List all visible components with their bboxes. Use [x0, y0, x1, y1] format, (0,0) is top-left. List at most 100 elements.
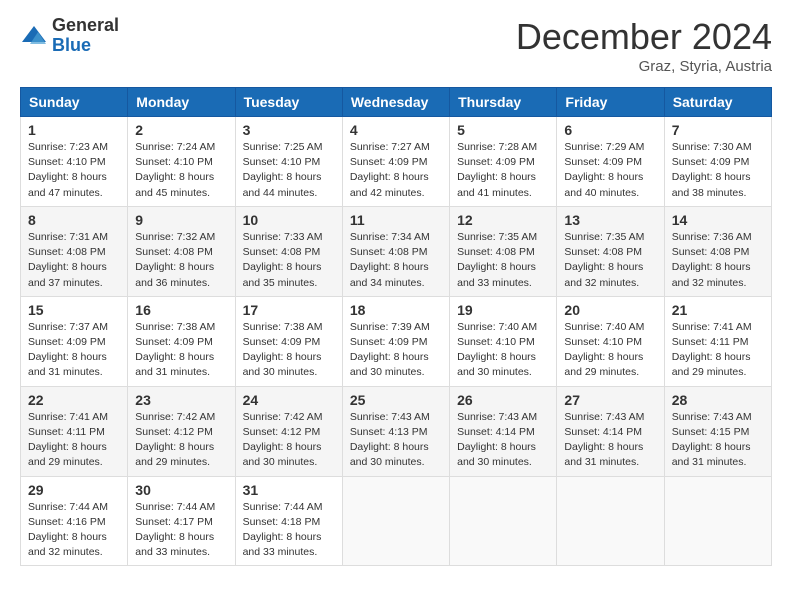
calendar-cell: 31 Sunrise: 7:44 AMSunset: 4:18 PMDayligh… — [235, 476, 342, 566]
day-info: Sunrise: 7:41 AMSunset: 4:11 PMDaylight:… — [672, 320, 764, 381]
calendar-week-row: 29Sunrise: 7:44 AMSunset: 4:16 PMDayligh… — [21, 476, 772, 566]
day-info: Sunrise: 7:34 AMSunset: 4:08 PMDaylight:… — [350, 230, 442, 291]
day-number: 30 — [135, 482, 227, 498]
calendar-table: SundayMondayTuesdayWednesdayThursdayFrid… — [20, 87, 772, 566]
day-number: 9 — [135, 212, 227, 228]
calendar-week-row: 1 Sunrise: 7:23 AMSunset: 4:10 PMDaylight… — [21, 117, 772, 207]
day-info: Sunrise: 7:33 AMSunset: 4:08 PMDaylight:… — [243, 230, 335, 291]
calendar-cell: 10 Sunrise: 7:33 AMSunset: 4:08 PMDayligh… — [235, 206, 342, 296]
day-info: Sunrise: 7:41 AMSunset: 4:11 PMDaylight:… — [28, 410, 120, 471]
weekday-header: Friday — [557, 88, 664, 117]
day-info: Sunrise: 7:31 AMSunset: 4:08 PMDaylight:… — [28, 230, 120, 291]
location-subtitle: Graz, Styria, Austria — [516, 58, 772, 75]
calendar-cell: 14Sunrise: 7:36 AMSunset: 4:08 PMDayligh… — [664, 206, 771, 296]
day-number: 18 — [350, 302, 442, 318]
day-info: Sunrise: 7:28 AMSunset: 4:09 PMDaylight:… — [457, 140, 549, 201]
day-info: Sunrise: 7:32 AMSunset: 4:08 PMDaylight:… — [135, 230, 227, 291]
day-info: Sunrise: 7:37 AMSunset: 4:09 PMDaylight:… — [28, 320, 120, 381]
calendar-cell — [664, 476, 771, 566]
weekday-header: Monday — [128, 88, 235, 117]
calendar-cell — [557, 476, 664, 566]
day-info: Sunrise: 7:35 AMSunset: 4:08 PMDaylight:… — [457, 230, 549, 291]
weekday-header: Thursday — [450, 88, 557, 117]
day-info: Sunrise: 7:38 AMSunset: 4:09 PMDaylight:… — [243, 320, 335, 381]
day-number: 10 — [243, 212, 335, 228]
calendar-cell: 26 Sunrise: 7:43 AMSunset: 4:14 PMDayligh… — [450, 386, 557, 476]
logo-icon — [20, 22, 48, 50]
day-info: Sunrise: 7:25 AMSunset: 4:10 PMDaylight:… — [243, 140, 335, 201]
calendar-cell: 18 Sunrise: 7:39 AMSunset: 4:09 PMDayligh… — [342, 296, 449, 386]
day-number: 5 — [457, 122, 549, 138]
day-number: 1 — [28, 122, 120, 138]
weekday-header: Sunday — [21, 88, 128, 117]
day-number: 31 — [243, 482, 335, 498]
calendar-cell: 22Sunrise: 7:41 AMSunset: 4:11 PMDayligh… — [21, 386, 128, 476]
logo-blue: Blue — [52, 36, 119, 56]
calendar-cell: 23 Sunrise: 7:42 AMSunset: 4:12 PMDayligh… — [128, 386, 235, 476]
day-info: Sunrise: 7:35 AMSunset: 4:08 PMDaylight:… — [564, 230, 656, 291]
day-number: 14 — [672, 212, 764, 228]
calendar-cell: 4 Sunrise: 7:27 AMSunset: 4:09 PMDaylight… — [342, 117, 449, 207]
calendar-cell: 25Sunrise: 7:43 AMSunset: 4:13 PMDayligh… — [342, 386, 449, 476]
calendar-cell: 21 Sunrise: 7:41 AMSunset: 4:11 PMDayligh… — [664, 296, 771, 386]
calendar-week-row: 8 Sunrise: 7:31 AMSunset: 4:08 PMDaylight… — [21, 206, 772, 296]
day-info: Sunrise: 7:43 AMSunset: 4:14 PMDaylight:… — [564, 410, 656, 471]
day-info: Sunrise: 7:23 AMSunset: 4:10 PMDaylight:… — [28, 140, 120, 201]
day-info: Sunrise: 7:30 AMSunset: 4:09 PMDaylight:… — [672, 140, 764, 201]
day-info: Sunrise: 7:43 AMSunset: 4:14 PMDaylight:… — [457, 410, 549, 471]
day-number: 26 — [457, 392, 549, 408]
title-block: December 2024 Graz, Styria, Austria — [516, 16, 772, 75]
calendar-cell: 29Sunrise: 7:44 AMSunset: 4:16 PMDayligh… — [21, 476, 128, 566]
day-info: Sunrise: 7:24 AMSunset: 4:10 PMDaylight:… — [135, 140, 227, 201]
day-info: Sunrise: 7:44 AMSunset: 4:17 PMDaylight:… — [135, 500, 227, 561]
calendar-cell: 28 Sunrise: 7:43 AMSunset: 4:15 PMDayligh… — [664, 386, 771, 476]
day-info: Sunrise: 7:39 AMSunset: 4:09 PMDaylight:… — [350, 320, 442, 381]
page-header: General Blue December 2024 Graz, Styria,… — [20, 16, 772, 75]
calendar-cell — [342, 476, 449, 566]
day-info: Sunrise: 7:40 AMSunset: 4:10 PMDaylight:… — [564, 320, 656, 381]
day-info: Sunrise: 7:42 AMSunset: 4:12 PMDaylight:… — [135, 410, 227, 471]
day-number: 13 — [564, 212, 656, 228]
day-number: 12 — [457, 212, 549, 228]
day-number: 23 — [135, 392, 227, 408]
day-number: 6 — [564, 122, 656, 138]
calendar-cell — [450, 476, 557, 566]
logo: General Blue — [20, 16, 119, 56]
day-number: 25 — [350, 392, 442, 408]
day-info: Sunrise: 7:44 AMSunset: 4:18 PMDaylight:… — [243, 500, 335, 561]
day-number: 17 — [243, 302, 335, 318]
calendar-cell: 6 Sunrise: 7:29 AMSunset: 4:09 PMDaylight… — [557, 117, 664, 207]
day-number: 11 — [350, 212, 442, 228]
day-number: 7 — [672, 122, 764, 138]
day-info: Sunrise: 7:40 AMSunset: 4:10 PMDaylight:… — [457, 320, 549, 381]
day-number: 16 — [135, 302, 227, 318]
day-info: Sunrise: 7:42 AMSunset: 4:12 PMDaylight:… — [243, 410, 335, 471]
calendar-cell: 19 Sunrise: 7:40 AMSunset: 4:10 PMDayligh… — [450, 296, 557, 386]
calendar-cell: 2Sunrise: 7:24 AMSunset: 4:10 PMDaylight… — [128, 117, 235, 207]
calendar-cell: 5 Sunrise: 7:28 AMSunset: 4:09 PMDaylight… — [450, 117, 557, 207]
day-number: 27 — [564, 392, 656, 408]
day-number: 29 — [28, 482, 120, 498]
calendar-cell: 9 Sunrise: 7:32 AMSunset: 4:08 PMDaylight… — [128, 206, 235, 296]
weekday-header-row: SundayMondayTuesdayWednesdayThursdayFrid… — [21, 88, 772, 117]
day-number: 8 — [28, 212, 120, 228]
calendar-cell: 27 Sunrise: 7:43 AMSunset: 4:14 PMDayligh… — [557, 386, 664, 476]
calendar-week-row: 22Sunrise: 7:41 AMSunset: 4:11 PMDayligh… — [21, 386, 772, 476]
day-number: 24 — [243, 392, 335, 408]
day-number: 28 — [672, 392, 764, 408]
calendar-cell: 12 Sunrise: 7:35 AMSunset: 4:08 PMDayligh… — [450, 206, 557, 296]
calendar-cell: 7 Sunrise: 7:30 AMSunset: 4:09 PMDaylight… — [664, 117, 771, 207]
day-number: 20 — [564, 302, 656, 318]
day-info: Sunrise: 7:43 AMSunset: 4:15 PMDaylight:… — [672, 410, 764, 471]
day-info: Sunrise: 7:29 AMSunset: 4:09 PMDaylight:… — [564, 140, 656, 201]
weekday-header: Tuesday — [235, 88, 342, 117]
day-info: Sunrise: 7:27 AMSunset: 4:09 PMDaylight:… — [350, 140, 442, 201]
day-info: Sunrise: 7:38 AMSunset: 4:09 PMDaylight:… — [135, 320, 227, 381]
calendar-cell: 8 Sunrise: 7:31 AMSunset: 4:08 PMDaylight… — [21, 206, 128, 296]
day-number: 21 — [672, 302, 764, 318]
calendar-cell: 30 Sunrise: 7:44 AMSunset: 4:17 PMDayligh… — [128, 476, 235, 566]
calendar-cell: 15Sunrise: 7:37 AMSunset: 4:09 PMDayligh… — [21, 296, 128, 386]
calendar-cell: 13 Sunrise: 7:35 AMSunset: 4:08 PMDayligh… — [557, 206, 664, 296]
day-number: 4 — [350, 122, 442, 138]
day-number: 19 — [457, 302, 549, 318]
